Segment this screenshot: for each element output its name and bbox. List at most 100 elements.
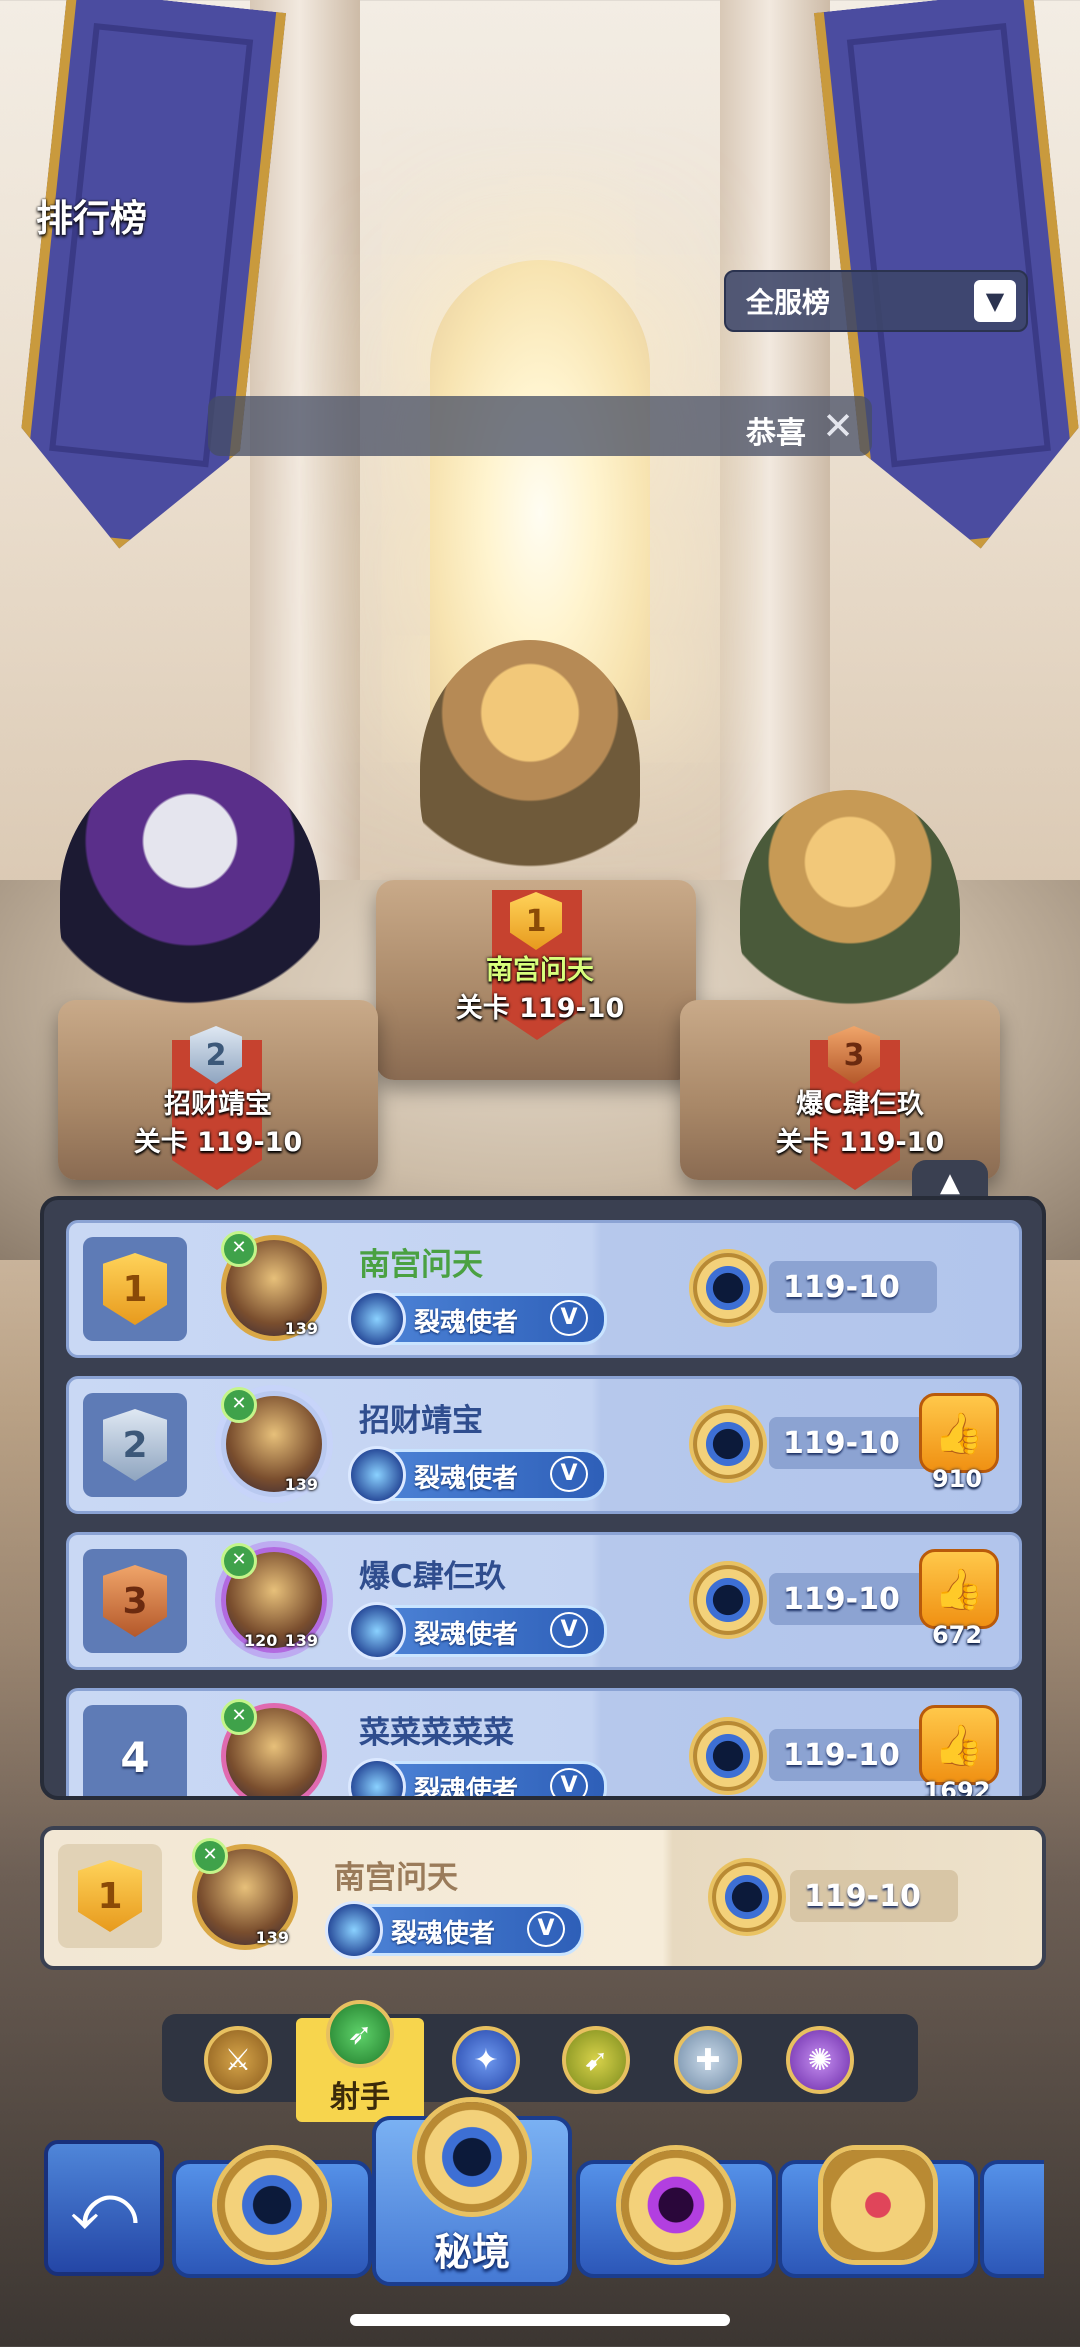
warrior-icon[interactable]: ⚔ bbox=[204, 2026, 272, 2094]
title-grade: V bbox=[550, 1612, 588, 1648]
table-row[interactable]: 2 139 ✕ 招财靖宝 裂魂使者 V 119-10 👍 910 bbox=[66, 1376, 1022, 1514]
dock-item-stage[interactable] bbox=[172, 2150, 372, 2278]
mage-icon[interactable]: ✦ bbox=[452, 2026, 520, 2094]
title-grade: V bbox=[550, 1300, 588, 1336]
leaderboard-panel[interactable]: 1 139 ✕ 南宫问天 裂魂使者 V 119-10 2 139 ✕ 招财靖宝 … bbox=[40, 1196, 1046, 1800]
marquee-text: 恭喜 bbox=[746, 416, 806, 451]
stage-emblem-icon bbox=[217, 2150, 327, 2260]
thumbs-up-icon[interactable]: 👍 bbox=[919, 1705, 999, 1785]
table-row[interactable]: 4 ✕ 菜菜菜菜菜 裂魂使者 V 119-10 👍 1692 bbox=[66, 1688, 1022, 1800]
priest-icon[interactable]: ✚ bbox=[674, 2026, 742, 2094]
back-arrow-icon[interactable]: ⤺ bbox=[44, 2140, 164, 2276]
stage-value: 119-10 bbox=[790, 1870, 958, 1922]
chevron-down-icon[interactable]: ▼ bbox=[974, 280, 1016, 322]
rank-cell: 3 bbox=[83, 1549, 187, 1653]
summoner-icon[interactable]: ✺ bbox=[786, 2026, 854, 2094]
player-secondary-level: 120 bbox=[244, 1631, 278, 1650]
podium-first-stage: 关卡 119-10 bbox=[455, 993, 625, 1024]
title-text: 裂魂使者 bbox=[414, 1464, 519, 1494]
player-level: 139 bbox=[284, 1631, 318, 1650]
title-text: 裂魂使者 bbox=[414, 1776, 519, 1800]
archer-class-icon: ✕ bbox=[192, 1838, 228, 1874]
stage-emblem-icon bbox=[693, 1565, 763, 1635]
thumbs-up-icon[interactable]: 👍 bbox=[919, 1549, 999, 1629]
rank-cell: 1 bbox=[83, 1237, 187, 1341]
title-grade: V bbox=[550, 1456, 588, 1492]
player-name: 爆C肆仨玖 bbox=[359, 1559, 506, 1595]
podium-second-name: 招财靖宝 bbox=[164, 1089, 272, 1120]
archer-icon[interactable]: ➶ bbox=[326, 2000, 394, 2068]
home-indicator[interactable] bbox=[350, 2314, 730, 2326]
title-badge: 裂魂使者 V bbox=[325, 1901, 584, 1959]
title-badge: 裂魂使者 V bbox=[348, 1602, 607, 1660]
server-selector-value: 全服榜 bbox=[746, 286, 831, 319]
rank-1-badge-icon: 1 bbox=[103, 1253, 167, 1325]
title-grade: V bbox=[527, 1911, 565, 1947]
my-rank-row[interactable]: 1 139 ✕ 南宫问天 裂魂使者 V 119-10 bbox=[40, 1826, 1046, 1970]
stage-value: 119-10 bbox=[769, 1729, 937, 1781]
purple-eye-emblem-icon bbox=[621, 2150, 731, 2260]
podium-character-first[interactable] bbox=[420, 640, 640, 900]
title-text: 裂魂使者 bbox=[414, 1308, 519, 1338]
stage-emblem-icon bbox=[693, 1253, 763, 1323]
stage-value: 119-10 bbox=[769, 1261, 937, 1313]
rank-3-badge-icon: 3 bbox=[103, 1565, 167, 1637]
archer-class-icon: ✕ bbox=[221, 1387, 257, 1423]
podium-character-third[interactable] bbox=[740, 790, 960, 1030]
stage-value: 119-10 bbox=[769, 1417, 937, 1469]
dock-item-crown[interactable] bbox=[778, 2150, 978, 2278]
title-emblem-icon bbox=[348, 1290, 406, 1348]
dock-item-purple[interactable] bbox=[576, 2150, 776, 2278]
active-class-label[interactable]: 射手 bbox=[296, 2072, 424, 2116]
stage-emblem-icon bbox=[693, 1409, 763, 1479]
stage-emblem-icon bbox=[712, 1862, 782, 1932]
crown-emblem-icon bbox=[823, 2150, 933, 2260]
left-banner bbox=[10, 0, 286, 560]
player-name: 菜菜菜菜菜 bbox=[359, 1715, 514, 1751]
player-level: 139 bbox=[284, 1319, 318, 1338]
dock-item-partial[interactable] bbox=[980, 2160, 1044, 2278]
stage-emblem-icon bbox=[693, 1721, 763, 1791]
table-row[interactable]: 1 139 ✕ 南宫问天 裂魂使者 V 119-10 bbox=[66, 1220, 1022, 1358]
assassin-icon[interactable]: ➹ bbox=[562, 2026, 630, 2094]
player-name: 南宫问天 bbox=[359, 1247, 483, 1283]
archer-class-icon: ✕ bbox=[221, 1543, 257, 1579]
podium-first-name: 南宫问天 bbox=[486, 955, 594, 986]
rank-1-badge-icon: 1 bbox=[78, 1860, 142, 1932]
like-count: 910 bbox=[931, 1465, 983, 1493]
table-row[interactable]: 3 120 139 ✕ 爆C肆仨玖 裂魂使者 V 119-10 👍 672 bbox=[66, 1532, 1022, 1670]
like-count: 672 bbox=[931, 1621, 983, 1649]
title-emblem-icon bbox=[348, 1446, 406, 1504]
rank-cell: 1 bbox=[58, 1844, 162, 1948]
rank-2-badge-icon: 2 bbox=[103, 1409, 167, 1481]
title-emblem-icon bbox=[348, 1758, 406, 1796]
rank-cell: 4 bbox=[83, 1705, 187, 1796]
player-name: 招财靖宝 bbox=[359, 1403, 483, 1439]
podium-third-name: 爆C肆仨玖 bbox=[796, 1089, 924, 1120]
player-level: 139 bbox=[255, 1928, 289, 1947]
dock-active-label: 秘境 bbox=[433, 2230, 510, 2274]
title-grade: V bbox=[550, 1768, 588, 1796]
page-title: 排行榜 bbox=[36, 197, 147, 240]
like-count: 1692 bbox=[923, 1777, 991, 1800]
title-emblem-icon bbox=[325, 1901, 383, 1959]
player-name: 南宫问天 bbox=[334, 1860, 458, 1896]
class-filter-bar: ⚔ ➶ 射手 ✦ ➹ ✚ ✺ bbox=[162, 2000, 918, 2122]
rank-cell: 2 bbox=[83, 1393, 187, 1497]
title-badge: 裂魂使者 V bbox=[348, 1446, 607, 1504]
server-selector[interactable]: 全服榜 ▼ bbox=[724, 270, 1028, 332]
podium-second-stage: 关卡 119-10 bbox=[133, 1127, 303, 1158]
thumbs-up-icon[interactable]: 👍 bbox=[919, 1393, 999, 1473]
secret-realm-icon bbox=[417, 2102, 527, 2212]
title-badge: 裂魂使者 V bbox=[348, 1290, 607, 1348]
podium-character-second[interactable] bbox=[60, 760, 320, 1030]
dock-item-secret-realm[interactable]: 秘境 bbox=[372, 2102, 572, 2286]
title-text: 裂魂使者 bbox=[414, 1620, 519, 1650]
podium-third-stage: 关卡 119-10 bbox=[775, 1127, 945, 1158]
close-icon[interactable]: ✕ bbox=[818, 406, 858, 446]
player-level: 139 bbox=[284, 1475, 318, 1494]
title-badge: 裂魂使者 V bbox=[348, 1758, 607, 1800]
archer-class-icon: ✕ bbox=[221, 1231, 257, 1267]
archer-class-icon: ✕ bbox=[221, 1699, 257, 1735]
announcement-marquee: 恭喜 ✕ bbox=[208, 396, 872, 456]
